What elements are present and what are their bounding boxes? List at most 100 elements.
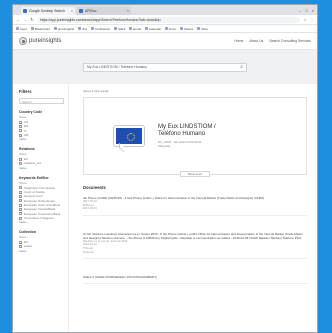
card-text: My Eux LINDSTIOM / Teléfono Humano EU_10…	[158, 124, 238, 148]
bookmark[interactable]: Confluence	[90, 27, 110, 31]
show-more-button[interactable]: Show more	[180, 171, 210, 177]
minimize-icon[interactable]: –	[299, 8, 301, 13]
card-source[interactable]: Wikipedia	[158, 144, 238, 148]
facet-sub: Show	[19, 235, 27, 240]
menu-icon[interactable]: ⋮	[310, 17, 314, 22]
facet-country-code: Country Code Show US ES IT GB more...	[19, 110, 64, 141]
facet-title: Relations	[19, 147, 35, 152]
facet-sub: Show	[19, 115, 27, 119]
card-image	[112, 122, 146, 153]
search-input[interactable]: My Eux LINDSTIOM / Teléfono Humano ⌕	[83, 62, 247, 72]
knowledge-card: My Eux LINDSTIOM / Teléfono Humano EU_10…	[83, 97, 307, 177]
bookmark[interactable]: Sheets	[179, 27, 193, 31]
bookmark[interactable]: Bookmarks	[30, 27, 50, 31]
logo-text: pureinsights	[29, 38, 62, 44]
checkbox[interactable]	[19, 157, 22, 161]
close-icon[interactable]: ×	[127, 9, 129, 13]
checkbox[interactable]	[19, 124, 22, 128]
bookmark-icon	[114, 27, 118, 30]
facet-keywords: Keywords Enfilter Show Telephone Commiss…	[19, 176, 64, 224]
sidebar-title: Filters	[19, 89, 32, 94]
results-count: About 4,321 results	[83, 89, 109, 93]
checkbox[interactable]	[19, 133, 22, 137]
checkbox[interactable]	[19, 212, 22, 216]
reload-icon[interactable]: ↻	[30, 17, 34, 22]
url-field[interactable]: https://app.pureinsights.com/search/app/…	[37, 16, 300, 23]
bookmark-icon	[129, 27, 133, 30]
eu-flag-icon	[116, 128, 142, 144]
filters-sidebar: Filters Search Country Code Show US ES I…	[13, 84, 69, 332]
bookmark[interactable]: Slack	[114, 27, 125, 31]
bookmark[interactable]: Jira	[78, 27, 87, 31]
browser-window: Google Desktop Search × APIDoc × – □ × ←…	[12, 4, 318, 333]
documents-heading: Documents	[83, 185, 106, 190]
document-text: IC-NC Teléfono Lopulinen shameless (a-1)…	[83, 231, 303, 240]
checkbox[interactable]	[19, 190, 22, 194]
address-bar: ← → ↻ https://app.pureinsights.com/searc…	[13, 15, 317, 25]
nav-home[interactable]: Home	[234, 39, 243, 43]
checkbox[interactable]	[19, 240, 22, 244]
speech-bubble-icon	[113, 125, 145, 153]
site-logo[interactable]: pureinsights	[19, 37, 61, 45]
bookmark-icon	[53, 27, 57, 30]
document-meta: 2017-06-23	[83, 207, 97, 211]
sidebar-search-input[interactable]: Search	[19, 98, 64, 104]
bookmark[interactable]: Email	[129, 27, 141, 31]
checkbox[interactable]	[19, 195, 22, 199]
bookmark-icon	[30, 27, 34, 30]
bookmark-icon	[179, 27, 183, 30]
facet-more-link[interactable]: more...	[19, 137, 64, 141]
nav-about[interactable]: About Us	[249, 39, 263, 43]
document-item[interactable]: IC-NC Teléfono Lopulinen shameless (a-1)…	[83, 231, 307, 260]
facet-more-link[interactable]: more...	[19, 166, 64, 170]
checkbox[interactable]	[19, 162, 22, 166]
document-item[interactable]: the Phone (CHM0 (C9/35/15) - 4 Hits Phon…	[83, 196, 307, 216]
checkbox[interactable]	[19, 216, 22, 220]
top-nav: Home About Us Search Consulting Services	[234, 39, 311, 43]
facet-title: Collection	[19, 230, 36, 235]
facet-more-link[interactable]: more...	[19, 220, 64, 224]
checkbox[interactable]	[19, 129, 22, 133]
facet-sub: Show	[19, 180, 27, 185]
bookmark-icon	[165, 27, 169, 30]
bookmark[interactable]: Docs	[165, 27, 176, 31]
tab-apidoc[interactable]: APIDoc ×	[77, 7, 131, 15]
checkbox[interactable]	[19, 203, 22, 207]
bookmark[interactable]: More	[197, 27, 208, 31]
checkbox[interactable]	[19, 199, 22, 203]
bookmark-icon	[16, 27, 19, 30]
facet-relations: Relations Show EC relations_ent more...	[19, 147, 64, 170]
back-icon[interactable]: ←	[16, 17, 20, 22]
search-icon[interactable]: ⌕	[240, 64, 243, 70]
content-area: Filters Search Country Code Show US ES I…	[13, 84, 317, 332]
facet-more-link[interactable]: more...	[19, 249, 64, 253]
checkbox[interactable]	[19, 120, 22, 124]
tab-google-desktop-search[interactable]: Google Desktop Search ×	[21, 7, 75, 15]
search-band: My Eux LINDSTIOM / Teléfono Humano ⌕	[13, 50, 317, 84]
checkbox[interactable]	[19, 186, 22, 190]
tab-favicon-icon	[23, 9, 27, 13]
forward-icon[interactable]: →	[23, 17, 27, 22]
bookmark[interactable]: Calendar	[144, 27, 161, 31]
nav-services[interactable]: Search Consulting Services	[269, 39, 311, 43]
bubble-tail	[119, 142, 124, 153]
card-title: My Eux LINDSTIOM / Teléfono Humano	[158, 124, 216, 137]
bookmark-icon	[144, 27, 148, 30]
close-icon[interactable]: ×	[71, 9, 73, 13]
close-window-icon[interactable]: ×	[312, 8, 314, 13]
window-controls: – □ ×	[299, 5, 317, 15]
tab-bar: Google Desktop Search × APIDoc × – □ ×	[13, 5, 317, 15]
star-icon[interactable]: ☆	[303, 17, 307, 22]
maximize-icon[interactable]: □	[305, 8, 307, 13]
tab-label: Google Desktop Search	[29, 9, 65, 13]
bookmark[interactable]: Apps	[16, 27, 27, 31]
tab-label: APIDoc	[85, 9, 97, 13]
tab-favicon-icon	[79, 9, 83, 13]
facet-title: Keywords Enfilter	[19, 175, 49, 180]
checkbox[interactable]	[19, 245, 22, 249]
checkbox[interactable]	[19, 207, 22, 211]
document-item[interactable]: Status 4 (CHM0 OCSPHEALEC 15/CS/70/ASS/9…	[83, 275, 307, 285]
bookmark[interactable]: pureinsights	[53, 27, 74, 31]
